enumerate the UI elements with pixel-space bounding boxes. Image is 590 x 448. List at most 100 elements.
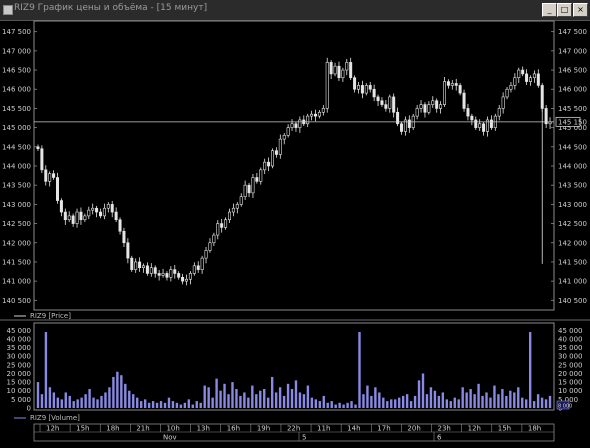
price-tick-left: 142 000 [2,239,31,247]
volume-bar [286,383,290,408]
price-tick-right: 146 500 [558,67,587,75]
candle-body [290,123,294,128]
hour-label: 12h [46,425,59,433]
volume-bar [251,385,254,408]
candle-body [298,119,302,128]
candle-body [317,111,321,117]
volume-bar [413,395,417,408]
volume-bar [163,402,167,408]
volume-bar [72,401,75,408]
volume-bar [346,402,349,408]
price-tick-left: 140 500 [2,297,31,305]
candle-body [259,169,263,182]
price-tick-left: 145 000 [2,124,31,132]
volume-bar [247,397,250,408]
volume-bar [223,383,226,408]
candle-body [67,215,71,221]
candle-body [40,148,44,171]
candle-body [532,73,536,79]
price-tick-left: 146 500 [2,67,31,75]
volume-bar [259,390,262,408]
candle-body [435,100,439,109]
volume-bar [386,401,389,408]
volume-bar [116,371,119,408]
volume-bar [290,389,294,408]
price-tick-right: 142 000 [558,239,587,247]
candle-body [114,211,118,221]
volume-bar [195,401,198,408]
chart-window: RIZ9 График цены и объёма - [15 минут] _… [0,0,590,448]
volume-bar [390,399,393,408]
volume-bar [362,394,365,408]
date-label: 5 [302,434,306,442]
candle-body [458,85,462,94]
price-tick-right: 140 500 [558,297,587,305]
price-tick-right: 141 500 [558,258,587,266]
hour-label: 14h [347,425,360,433]
volume-bar [354,404,357,408]
candle-body [251,177,255,194]
candle-body [192,265,196,274]
volume-bar [370,395,373,408]
price-axis-left: 147 500 147 000 146 500 146 000 145 500 145 0… [2,28,31,305]
volume-bar [128,390,131,408]
price-tick-right: 144 500 [558,143,587,151]
price-tick-right: 141 000 [558,278,587,286]
hour-label: 19h [257,425,270,433]
volume-bar [326,402,329,408]
price-tick-left: 144 000 [2,163,31,171]
candle-body [270,150,274,167]
candle-body [239,196,243,205]
candle-body [442,81,446,105]
candle-body [505,88,509,98]
last-price-value: 145 150 [558,118,587,126]
volume-tick-left: 30 000 [7,353,32,361]
volume-bar [231,382,234,408]
volume-tick-left: 40 000 [7,335,32,343]
candle-body [341,69,345,79]
candle-body [212,234,216,244]
candle-body [333,65,337,75]
candle-body [419,104,423,109]
candle-body [368,85,372,90]
hour-label: 12h [468,425,481,433]
candle-body [208,242,212,251]
candle-body [306,115,310,125]
volume-bar [203,385,206,408]
candle-body [313,113,317,117]
price-tick-left: 142 500 [2,220,31,228]
hour-label: 18h [106,425,119,433]
candle-body [220,223,224,228]
volume-bar [136,397,139,408]
volume-tick-right: 10 000 [558,387,583,395]
price-tick-left: 145 500 [2,105,31,113]
price-tick-right: 147 000 [558,47,587,55]
volume-bar [132,394,135,408]
candle-body [267,161,271,167]
volume-bar [461,387,464,408]
candle-body [431,100,435,105]
price-tick-left: 143 500 [2,182,31,190]
hour-label: 13h [197,425,210,433]
candle-body [513,77,517,86]
volume-bar [44,332,48,408]
volume-bar [540,397,544,408]
candle-body [372,88,376,98]
volume-bar [278,387,282,408]
volume-bar [255,394,258,408]
volume-bar [100,395,103,408]
hour-label: 18h [528,425,541,433]
volume-bar [76,399,79,408]
volume-tick-right: 25 000 [558,361,583,369]
candle-body [75,211,79,224]
volume-bar [449,401,452,408]
volume-bar [263,389,266,408]
price-tick-left: 141 500 [2,258,31,266]
volume-bar [92,397,95,408]
candle-body [364,85,368,94]
candle-body [294,123,298,128]
candle-body [59,200,63,213]
candle-body [235,204,239,209]
volume-bar [485,392,488,408]
candle-body [71,215,75,224]
